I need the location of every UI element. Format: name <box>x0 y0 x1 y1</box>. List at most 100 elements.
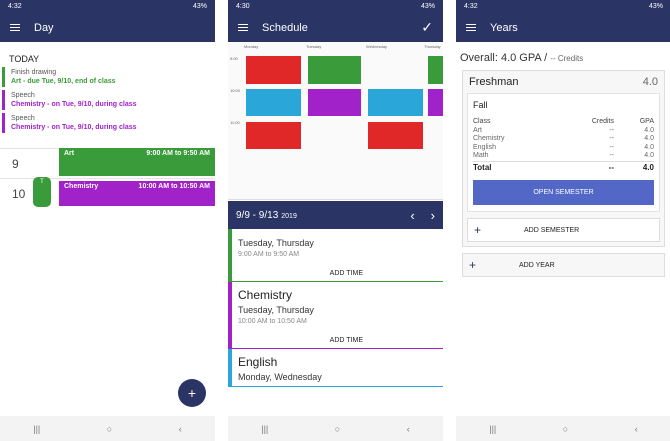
table-header: Class Credits GPA <box>473 118 654 125</box>
course-card[interactable]: English Monday, Wednesday <box>228 349 443 387</box>
current-time-marker: T <box>33 177 51 207</box>
task-detail: Chemistry - on Tue, 9/10, during class <box>11 124 137 131</box>
schedule-block <box>246 89 301 116</box>
year-name: Freshman <box>469 76 519 88</box>
day-header: Wednesday <box>366 44 388 49</box>
schedule-block <box>308 56 361 84</box>
overall-gpa: Overall: 4.0 GPA / -- Credits <box>460 52 584 64</box>
day-header: Tuesday <box>306 44 322 49</box>
home-icon[interactable]: ○ <box>563 424 568 434</box>
hour-label: 10 <box>12 187 26 201</box>
task-title: Finish drawing <box>11 69 57 76</box>
chevron-right-icon[interactable]: › <box>431 208 435 223</box>
status-time: 4:32 <box>8 3 22 10</box>
table-row: Math -- 4.0 <box>473 152 654 159</box>
recents-icon[interactable]: ||| <box>489 424 496 434</box>
schedule-block <box>246 56 301 84</box>
task-item[interactable]: Finish drawing Art - due Tue, 9/10, end … <box>2 67 215 87</box>
course-name: English <box>238 355 278 369</box>
grades-table: Class Credits GPA Art -- 4.0 Chemistry -- 4.0 … <box>473 118 654 172</box>
event-block[interactable]: Art 9:00 AM to 9:50 AM <box>59 148 215 176</box>
course-card[interactable]: Chemistry Tuesday, Thursday 10:00 AM to … <box>228 282 443 349</box>
year-gpa: 4.0 <box>642 76 658 88</box>
schedule-block <box>368 122 423 149</box>
task-item[interactable]: Speech Chemistry - on Tue, 9/10, during … <box>2 90 215 110</box>
weekly-schedule-preview: Monday Tuesday Wednesday Thursday 9:00 1… <box>228 42 443 200</box>
status-time: 4:30 <box>236 3 250 10</box>
task-item[interactable]: Speech Chemistry - on Tue, 9/10, during … <box>2 113 215 133</box>
menu-icon[interactable] <box>466 23 476 32</box>
course-days: Tuesday, Thursday <box>238 238 314 248</box>
row-label: 10:00 <box>230 88 241 93</box>
status-bar: 4:32 43% <box>456 0 670 13</box>
system-nav-bar: ||| ○ ‹ <box>228 416 443 441</box>
back-icon[interactable]: ‹ <box>179 424 182 434</box>
add-year-label: ADD YEAR <box>519 261 555 269</box>
overall-credits: -- Credits <box>550 54 584 63</box>
status-battery: 43% <box>648 3 663 10</box>
app-bar: Years <box>456 13 670 42</box>
task-title: Speech <box>11 115 35 122</box>
schedule-screen: 4:30 43% Schedule ✓ Monday Tuesday Wedne… <box>228 0 443 441</box>
back-icon[interactable]: ‹ <box>407 424 410 434</box>
day-header: Monday <box>244 44 259 49</box>
app-bar: Day <box>0 13 215 42</box>
status-battery: 43% <box>420 3 435 10</box>
event-name: Chemistry <box>64 183 99 190</box>
table-row: English -- 4.0 <box>473 143 654 151</box>
year-header[interactable]: Freshman 4.0 <box>463 71 664 93</box>
year-card: Freshman 4.0 Fall Class Credits GPA Art -- 4… <box>462 70 665 247</box>
app-bar: Schedule ✓ <box>228 13 443 42</box>
course-name: Chemistry <box>238 288 293 302</box>
open-semester-button[interactable]: OPEN SEMESTER <box>473 180 654 205</box>
menu-icon[interactable] <box>10 23 20 32</box>
recents-icon[interactable]: ||| <box>33 424 40 434</box>
plus-icon: + <box>469 258 477 272</box>
page-title: Day <box>34 21 54 34</box>
schedule-block <box>308 89 361 116</box>
course-time: 10:00 AM to 10:50 AM <box>238 318 307 325</box>
schedule-block <box>428 89 443 116</box>
event-time: 10:00 AM to 10:50 AM <box>138 183 210 190</box>
system-nav-bar: ||| ○ ‹ <box>0 416 215 441</box>
schedule-block <box>246 122 301 149</box>
day-screen: 4:32 43% Day TODAY Finish drawing Art - … <box>0 0 215 441</box>
home-icon[interactable]: ○ <box>335 424 340 434</box>
menu-icon[interactable] <box>238 23 248 32</box>
add-semester-button[interactable]: + ADD SEMESTER <box>467 218 660 242</box>
hour-row: 9 Art 9:00 AM to 9:50 AM <box>0 148 215 178</box>
page-title: Schedule <box>262 21 308 34</box>
semester-card: Fall Class Credits GPA Art -- 4.0 Chemistry -… <box>467 93 660 212</box>
row-label: 11:00 <box>230 120 240 125</box>
check-icon[interactable]: ✓ <box>421 19 433 36</box>
system-nav-bar: ||| ○ ‹ <box>456 416 670 441</box>
event-block[interactable]: Chemistry 10:00 AM to 10:50 AM <box>59 181 215 206</box>
recents-icon[interactable]: ||| <box>261 424 268 434</box>
row-label: 9:00 <box>230 56 238 61</box>
week-year: 2019 <box>281 212 297 220</box>
back-icon[interactable]: ‹ <box>635 424 638 434</box>
add-year-button[interactable]: + ADD YEAR <box>462 253 665 277</box>
course-days: Tuesday, Thursday <box>238 305 314 315</box>
course-card[interactable]: Tuesday, Thursday 9:00 AM to 9:50 AM ADD… <box>228 229 443 282</box>
status-bar: 4:30 43% <box>228 0 443 13</box>
hour-row: 10 T Chemistry 10:00 AM to 10:50 AM <box>0 177 215 208</box>
event-name: Art <box>64 150 75 157</box>
task-detail: Art - due Tue, 9/10, end of class <box>11 78 116 85</box>
add-fab-button[interactable]: + <box>178 379 206 407</box>
week-navigator: 9/9 - 9/13 2019 ‹ › <box>228 201 443 229</box>
chevron-left-icon[interactable]: ‹ <box>410 208 414 223</box>
home-icon[interactable]: ○ <box>107 424 112 434</box>
schedule-block <box>428 56 443 84</box>
add-semester-label: ADD SEMESTER <box>524 226 580 234</box>
course-days: Monday, Wednesday <box>238 372 322 382</box>
years-screen: 4:32 43% Years Overall: 4.0 GPA / -- Cre… <box>456 0 670 441</box>
add-time-button[interactable]: ADD TIME <box>238 270 363 277</box>
status-battery: 43% <box>192 3 207 10</box>
day-header: Thursday <box>424 44 441 49</box>
table-row: Art -- 4.0 <box>473 126 654 134</box>
add-time-button[interactable]: ADD TIME <box>238 337 363 344</box>
schedule-block <box>368 89 423 116</box>
status-bar: 4:32 43% <box>0 0 215 13</box>
event-time: 9:00 AM to 9:50 AM <box>146 150 210 157</box>
